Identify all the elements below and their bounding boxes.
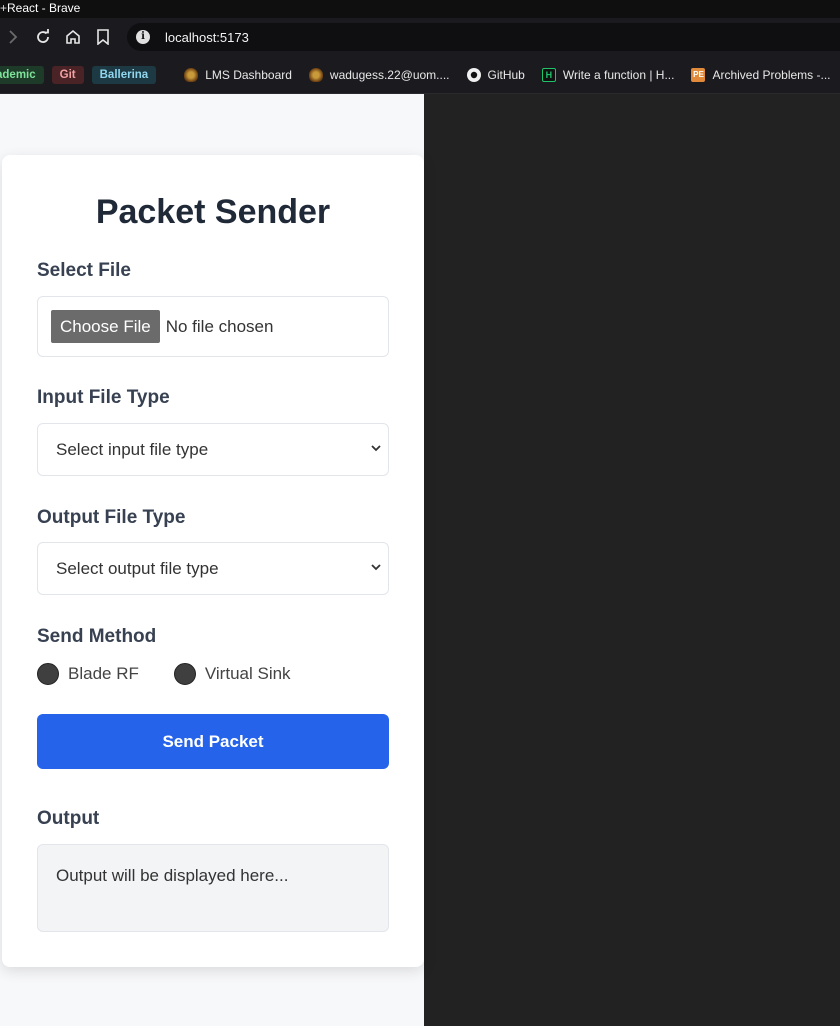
output-file-type-label: Output File Type (37, 507, 186, 528)
github-icon (466, 67, 481, 82)
window-title: React - Brave (7, 1, 81, 15)
hackerrank-icon: H (541, 67, 556, 82)
bookmark-folder-ballerina[interactable]: Ballerina (91, 65, 157, 84)
send-method-label: Send Method (37, 626, 157, 647)
output-file-type-select[interactable]: Select output file type (37, 542, 389, 595)
radio-virtual-sink[interactable]: Virtual Sink (173, 663, 291, 685)
window-titlebar: +React - Brave (0, 0, 840, 18)
home-icon[interactable] (62, 26, 84, 48)
bookmark-icon[interactable] (92, 26, 114, 48)
bookmark-label: wadugess.22@uom.... (329, 67, 450, 82)
bookmark-github[interactable]: GitHub (466, 67, 525, 82)
forward-icon[interactable] (2, 26, 24, 48)
browser-toolbar: i localhost:5173 (0, 18, 840, 56)
url-text[interactable]: localhost:5173 (165, 30, 249, 45)
crest-icon (184, 67, 199, 82)
send-method-radio-group: Blade RF Virtual Sink (37, 663, 326, 685)
bookmark-email[interactable]: wadugess.22@uom.... (308, 67, 450, 82)
bookmark-folder-academic[interactable]: ademic (0, 65, 44, 84)
site-info-icon[interactable]: i (136, 30, 150, 44)
radio-blade-rf[interactable]: Blade RF (37, 663, 139, 685)
bookmarks-bar: ademic Git Ballerina LMS Dashboard wadug… (0, 56, 840, 94)
radio-label: Blade RF (68, 664, 139, 683)
input-file-type-value: Select input file type (56, 439, 209, 459)
bookmark-label: LMS Dashboard (205, 67, 292, 82)
output-box: Output will be displayed here... (37, 844, 389, 932)
new-tab-icon[interactable]: + (0, 0, 7, 16)
page-viewport: Packet Sender Select File Choose File No… (0, 94, 840, 1026)
bookmark-label: GitHub (487, 67, 525, 82)
bookmark-folder-git[interactable]: Git (51, 65, 84, 84)
no-file-text: No file chosen (165, 316, 274, 336)
projecteuler-icon: PE (691, 67, 706, 82)
packet-sender-card: Packet Sender Select File Choose File No… (2, 155, 424, 967)
address-bar[interactable]: i localhost:5173 (127, 23, 840, 51)
file-input[interactable]: Choose File No file chosen (37, 296, 389, 357)
send-packet-button[interactable]: Send Packet (37, 714, 389, 769)
bookmark-project-euler[interactable]: PE Archived Problems -... (691, 67, 831, 82)
bookmark-label: Archived Problems -... (712, 67, 831, 82)
bookmark-lms-dashboard[interactable]: LMS Dashboard (184, 67, 292, 82)
input-file-type-select[interactable]: Select input file type (37, 423, 389, 476)
reload-icon[interactable] (32, 26, 54, 48)
select-file-label: Select File (37, 260, 131, 281)
bookmark-label: Write a function | H... (562, 67, 675, 82)
chevron-down-icon (371, 564, 381, 571)
crest-icon (308, 67, 323, 82)
bookmark-hackerrank[interactable]: H Write a function | H... (541, 67, 675, 82)
app-page: Packet Sender Select File Choose File No… (0, 94, 424, 1026)
radio-label: Virtual Sink (204, 664, 291, 683)
output-placeholder: Output will be displayed here... (56, 866, 289, 885)
choose-file-button[interactable]: Choose File (51, 310, 160, 343)
output-file-type-value: Select output file type (56, 558, 219, 578)
input-file-type-label: Input File Type (37, 387, 170, 408)
page-title: Packet Sender (95, 193, 331, 231)
output-label: Output (37, 808, 100, 829)
radio-button[interactable] (173, 663, 196, 685)
radio-button[interactable] (37, 663, 59, 685)
chevron-down-icon (371, 445, 381, 452)
